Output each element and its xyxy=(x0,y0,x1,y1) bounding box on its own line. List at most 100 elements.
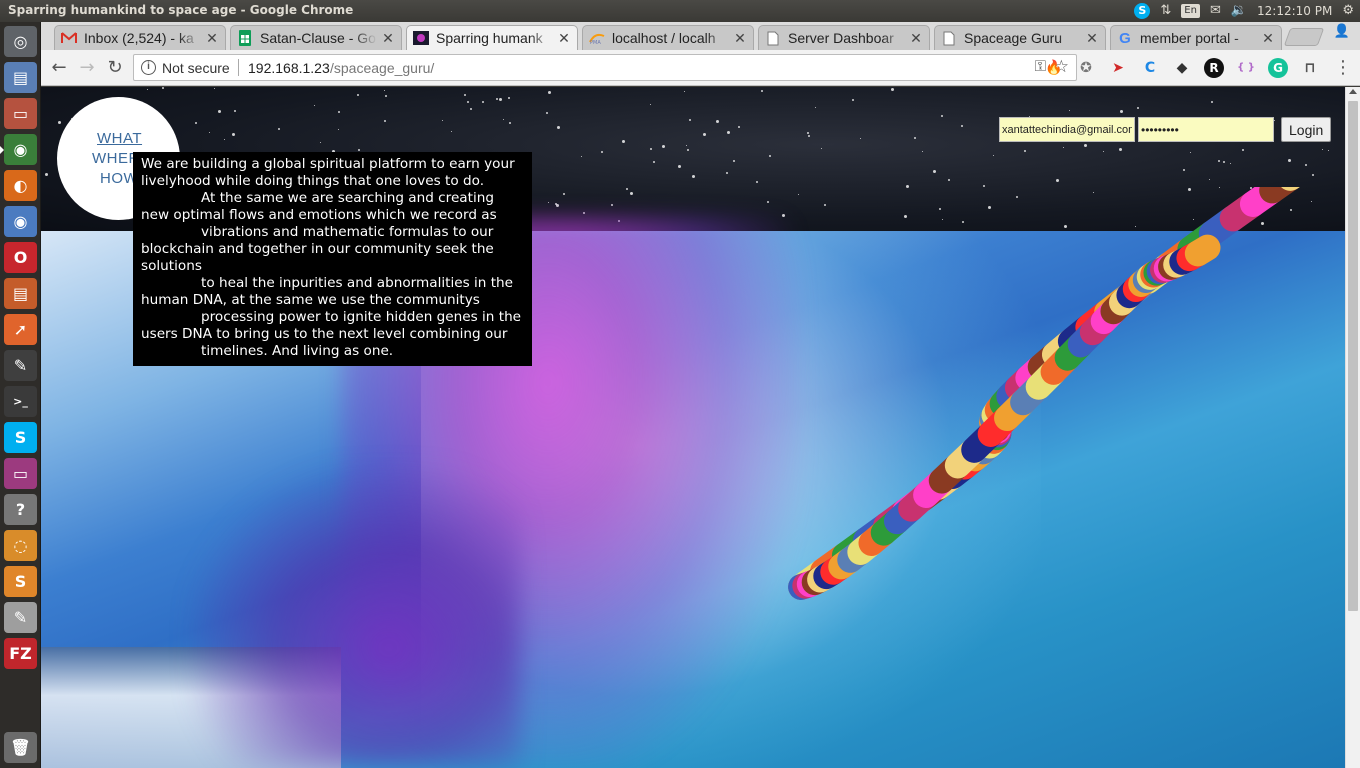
tab-sheets[interactable]: Satan-Clause - Go ✕ xyxy=(230,25,402,50)
c-icon[interactable]: C xyxy=(1140,58,1160,78)
star xyxy=(214,88,215,89)
launcher-sublime-text[interactable]: S xyxy=(4,566,37,597)
launcher-chromium[interactable]: ◉ xyxy=(4,206,37,237)
star xyxy=(727,131,730,134)
mail-icon[interactable]: ✉ xyxy=(1210,2,1221,20)
menu-icon[interactable]: ⋮ xyxy=(1334,57,1352,78)
launcher-opera[interactable]: O xyxy=(4,242,37,273)
tab-localhost[interactable]: PMA localhost / localh ✕ xyxy=(582,25,754,50)
star xyxy=(961,125,963,127)
fire-icon[interactable]: 🔥 xyxy=(1044,58,1064,78)
url-path[interactable]: /spaceage_guru/ xyxy=(330,60,434,76)
gear-icon[interactable]: ⚙ xyxy=(1342,2,1354,20)
star xyxy=(1084,144,1087,147)
password-field[interactable] xyxy=(1138,117,1274,142)
opera-icon: O xyxy=(13,248,28,267)
launcher-text-editor[interactable]: ✎ xyxy=(4,602,37,633)
star xyxy=(234,110,236,112)
launcher-blender[interactable]: ◌ xyxy=(4,530,37,561)
star xyxy=(738,126,740,128)
launcher-skype[interactable]: S xyxy=(4,422,37,453)
launcher-trash[interactable]: 🗑 xyxy=(4,732,37,763)
star xyxy=(808,135,810,137)
close-icon[interactable]: ✕ xyxy=(1085,30,1099,47)
launcher-document-viewer[interactable]: ▤ xyxy=(4,278,37,309)
r-icon[interactable]: R xyxy=(1204,58,1224,78)
grammarly-icon[interactable]: G xyxy=(1268,58,1288,78)
launcher-terminal[interactable]: >_ xyxy=(4,386,37,417)
login-button[interactable]: Login xyxy=(1281,117,1332,142)
star xyxy=(1137,107,1139,109)
tab-sparring-humankind[interactable]: Sparring humank ✕ xyxy=(406,25,578,50)
tab-title: Server Dashboar xyxy=(788,30,894,46)
question-icon: ? xyxy=(15,500,26,519)
new-tab-button[interactable] xyxy=(1283,28,1325,46)
json-icon[interactable]: { } xyxy=(1236,58,1256,78)
launcher-files[interactable]: ▤ xyxy=(4,62,37,93)
email-field[interactable] xyxy=(999,117,1135,142)
close-icon[interactable]: ✕ xyxy=(557,30,571,47)
tab-title: Sparring humank xyxy=(436,30,543,46)
tab-title: member portal - xyxy=(1140,30,1239,46)
network-icon[interactable]: ⇅ xyxy=(1160,2,1171,20)
star xyxy=(756,181,758,183)
tab-inbox[interactable]: Inbox (2,524) - ka ✕ xyxy=(54,25,226,50)
filezilla-icon: FZ xyxy=(9,644,32,663)
info-icon[interactable]: i xyxy=(141,60,156,75)
close-icon[interactable]: ✕ xyxy=(205,30,219,47)
red-bird-icon[interactable]: ➤ xyxy=(1108,58,1128,78)
tab-spaceage-guru[interactable]: Spaceage Guru ✕ xyxy=(934,25,1106,50)
launcher-inkscape[interactable]: ✎ xyxy=(4,350,37,381)
nav-link-what[interactable]: WHAT xyxy=(97,130,142,147)
scrollbar-thumb[interactable] xyxy=(1348,101,1358,611)
launcher-app-drawer[interactable]: ▭ xyxy=(4,98,37,129)
page-scrollbar[interactable] xyxy=(1345,87,1360,768)
close-icon[interactable]: ✕ xyxy=(381,30,395,47)
launcher-postman[interactable]: ➚ xyxy=(4,314,37,345)
skype-icon[interactable]: S xyxy=(1134,3,1151,19)
compass-icon[interactable]: ✪ xyxy=(1076,58,1096,78)
star xyxy=(563,193,565,195)
star xyxy=(1211,101,1213,103)
page-icon xyxy=(941,30,957,46)
star xyxy=(933,170,936,173)
file-cabinet-icon: ▤ xyxy=(12,68,29,87)
star xyxy=(716,120,719,123)
back-button[interactable]: ← xyxy=(47,56,71,80)
document-icon: ▤ xyxy=(12,284,29,303)
star xyxy=(224,139,225,140)
star xyxy=(852,99,854,101)
launcher-help[interactable]: ? xyxy=(4,494,37,525)
address-bar[interactable]: i Not secure 192.168.1.23 /spaceage_guru… xyxy=(133,54,1077,81)
close-icon[interactable]: ✕ xyxy=(733,30,747,47)
star xyxy=(630,192,633,195)
forward-button[interactable]: → xyxy=(75,56,99,80)
keyboard-icon[interactable]: En xyxy=(1181,4,1200,18)
star xyxy=(1322,149,1323,150)
star xyxy=(147,89,148,90)
star xyxy=(546,112,548,114)
launcher-filezilla[interactable]: FZ xyxy=(4,638,37,669)
launcher-google-chrome[interactable]: ◉ xyxy=(0,134,37,165)
star xyxy=(769,155,771,157)
tab-server-dashboard[interactable]: Server Dashboar ✕ xyxy=(758,25,930,50)
ninja-icon[interactable]: ◆ xyxy=(1172,58,1192,78)
gmail-icon xyxy=(61,30,77,46)
scroll-up-arrow-icon[interactable] xyxy=(1349,89,1357,94)
profile-icon[interactable]: 👤 xyxy=(1330,24,1354,42)
url-host[interactable]: 192.168.1.23 xyxy=(248,60,330,76)
reload-button[interactable]: ↻ xyxy=(103,56,127,80)
security-label[interactable]: Not secure xyxy=(162,60,230,76)
tab-member-portal[interactable]: G member portal - ✕ xyxy=(1110,25,1282,50)
launcher-workspace[interactable]: ▭ xyxy=(4,458,37,489)
sheets-icon xyxy=(237,30,253,46)
clock[interactable]: 12:12:10 PM xyxy=(1257,4,1332,18)
bookmark-icon[interactable]: ⊓ xyxy=(1300,58,1320,78)
launcher-dash-home[interactable]: ◎ xyxy=(4,26,37,57)
star xyxy=(385,95,387,97)
close-icon[interactable]: ✕ xyxy=(1261,30,1275,47)
volume-icon[interactable]: 🔉 xyxy=(1231,2,1247,20)
close-icon[interactable]: ✕ xyxy=(909,30,923,47)
launcher-firefox[interactable]: ◐ xyxy=(4,170,37,201)
star xyxy=(496,98,498,100)
